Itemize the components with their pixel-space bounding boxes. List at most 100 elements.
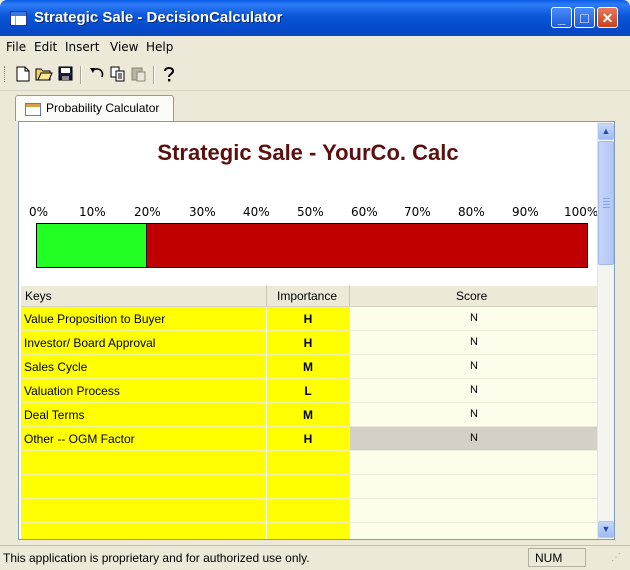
help-icon[interactable] [160,66,178,83]
column-divider[interactable] [266,286,267,306]
score-cell[interactable] [349,523,597,539]
title-bar[interactable]: Strategic Sale - DecisionCalculator _ □ … [0,0,630,36]
empty-table-row[interactable] [21,451,597,475]
table-row[interactable]: Valuation Process L N [21,379,597,403]
calculator-view: Strategic Sale - YourCo. Calc 0% 10% 20%… [19,122,597,539]
table-row[interactable]: Investor/ Board Approval H N [21,331,597,355]
importance-cell[interactable] [267,451,349,475]
empty-table-row[interactable] [21,475,597,499]
score-cell[interactable]: N [349,355,597,379]
tab-strip: Probability Calculator [0,91,630,121]
key-cell[interactable]: Sales Cycle [21,355,266,379]
menu-insert[interactable]: Insert [65,40,99,54]
score-cell[interactable]: N [349,427,597,451]
table-row[interactable]: Sales Cycle M N [21,355,597,379]
score-cell[interactable] [349,451,597,475]
probability-bar-fill [37,224,147,267]
importance-cell[interactable]: H [267,331,349,355]
table-row[interactable]: Value Proposition to Buyer H N [21,307,597,331]
key-cell[interactable]: Investor/ Board Approval [21,331,266,355]
scale-label: 30% [189,205,216,219]
score-cell[interactable]: N [349,379,597,403]
key-label: Value Proposition to Buyer [24,312,166,326]
column-header-importance[interactable]: Importance [277,289,337,303]
importance-cell[interactable]: H [267,307,349,331]
minimize-icon: _ [557,10,566,26]
scale-label: 80% [458,205,485,219]
scale-label: 60% [351,205,378,219]
open-folder-icon[interactable] [35,66,53,83]
close-button[interactable]: ✕ [597,7,618,28]
table-row-selected[interactable]: Other -- OGM Factor H N [21,427,597,451]
column-header-keys[interactable]: Keys [25,289,52,303]
resize-grip-icon[interactable]: ⋰ [611,552,625,566]
toolbar-grip[interactable] [4,66,8,82]
maximize-button[interactable]: □ [574,7,595,28]
app-calculator-icon [10,11,27,26]
scale-label: 10% [79,205,106,219]
window-title: Strategic Sale - DecisionCalculator [34,9,283,26]
toolbar-separator [153,66,155,84]
num-lock-indicator: NUM [528,548,586,567]
menu-help[interactable]: Help [146,40,173,54]
importance-cell[interactable]: L [267,379,349,403]
importance-value: H [303,336,313,350]
menu-file[interactable]: File [6,40,26,54]
new-document-icon[interactable] [14,66,32,83]
scroll-down-button[interactable]: ▼ [598,521,614,538]
status-bar: This application is proprietary and for … [0,545,630,570]
scale-label: 0% [29,205,49,219]
importance-value: M [303,408,313,422]
score-cell[interactable] [349,499,597,523]
importance-cell[interactable] [267,499,349,523]
menu-view[interactable]: View [110,40,138,54]
tab-probability-calculator[interactable]: Probability Calculator [15,95,174,121]
importance-cell[interactable]: M [267,355,349,379]
key-cell[interactable] [21,523,266,539]
key-cell[interactable]: Deal Terms [21,403,266,427]
importance-value: M [303,360,313,374]
tab-label: Probability Calculator [46,101,160,115]
score-cell[interactable] [349,475,597,499]
maximize-icon: □ [580,10,589,26]
importance-cell[interactable] [267,475,349,499]
scale-label: 90% [512,205,539,219]
key-cell[interactable] [21,475,266,499]
key-cell[interactable]: Value Proposition to Buyer [21,307,266,331]
key-cell[interactable]: Valuation Process [21,379,266,403]
score-value: N [470,336,478,348]
key-cell[interactable] [21,451,266,475]
empty-table-row[interactable] [21,523,597,539]
status-message: This application is proprietary and for … [3,551,310,565]
key-label: Deal Terms [24,408,85,422]
column-header-score[interactable]: Score [456,289,487,303]
minimize-button[interactable]: _ [551,7,572,28]
empty-table-row[interactable] [21,499,597,523]
importance-cell[interactable]: H [267,427,349,451]
paste-icon[interactable] [130,66,148,83]
scrollbar-thumb[interactable] [598,141,614,265]
column-divider[interactable] [349,286,350,306]
menu-edit[interactable]: Edit [34,40,57,54]
key-cell[interactable]: Other -- OGM Factor [21,427,266,451]
menu-bar: File Edit Insert View Help [0,36,630,58]
close-icon: ✕ [601,10,614,26]
score-value: N [470,360,478,372]
score-value: N [470,408,478,420]
calculator-heading: Strategic Sale - YourCo. Calc [157,140,459,165]
score-cell[interactable]: N [349,331,597,355]
importance-cell[interactable] [267,523,349,539]
score-cell[interactable]: N [349,403,597,427]
table-row[interactable]: Deal Terms M N [21,403,597,427]
scale-label: 40% [243,205,270,219]
undo-icon[interactable] [88,66,106,83]
application-window: Strategic Sale - DecisionCalculator _ □ … [0,0,630,570]
score-cell[interactable]: N [349,307,597,331]
scroll-up-button[interactable]: ▲ [598,123,614,140]
vertical-scrollbar[interactable]: ▲ ▼ [597,122,614,539]
importance-cell[interactable]: M [267,403,349,427]
save-icon[interactable] [56,66,74,83]
key-label: Other -- OGM Factor [24,432,135,446]
key-cell[interactable] [21,499,266,523]
copy-icon[interactable] [109,66,127,83]
